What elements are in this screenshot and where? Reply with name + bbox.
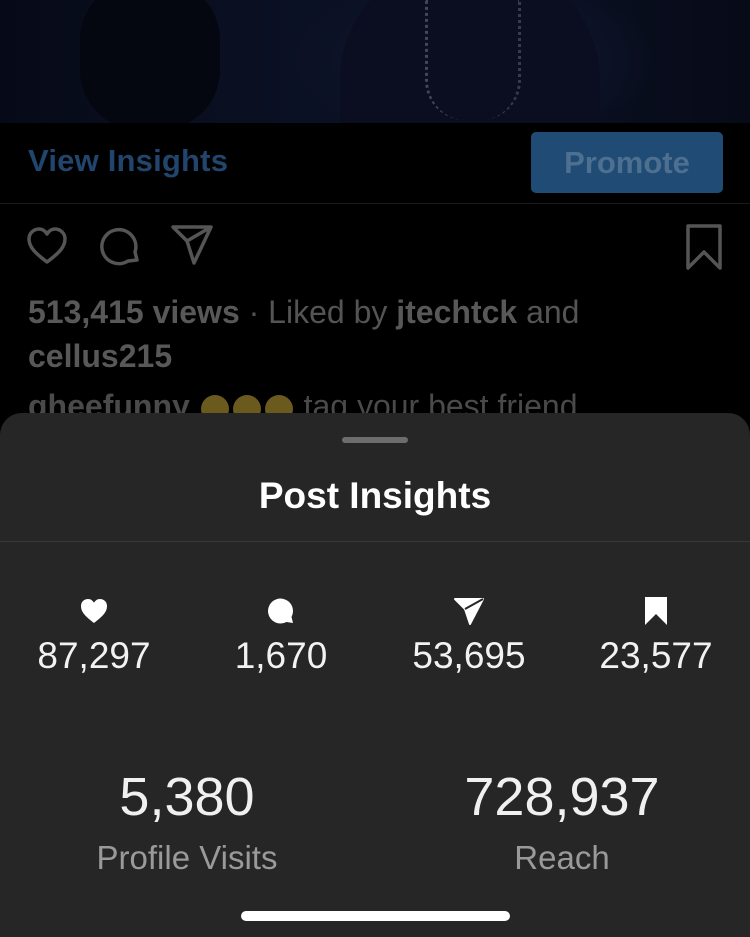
view-count: 513,415 views <box>28 294 240 330</box>
heart-icon <box>81 599 107 623</box>
media-figure-left <box>80 0 220 123</box>
comments-count: 1,670 <box>234 635 328 676</box>
profile-visits-value: 5,380 <box>119 767 255 827</box>
post-actions <box>0 222 750 272</box>
reach-value: 728,937 <box>464 767 660 827</box>
share-icon[interactable] <box>170 224 214 266</box>
comment-icon[interactable] <box>100 226 142 268</box>
profile-visits-stat: 5,380 Profile Visits <box>27 765 347 877</box>
liked-by-user-2[interactable]: cellus215 <box>28 338 172 374</box>
liked-by-and: and <box>517 294 580 330</box>
shares-count: 53,695 <box>412 635 526 676</box>
like-icon[interactable] <box>26 226 68 266</box>
send-icon <box>454 598 484 625</box>
post-insights-sheet: Post Insights 87,297 1,670 53,695 23,577… <box>0 413 750 937</box>
saves-count: 23,577 <box>599 635 713 676</box>
likes-stat: 87,297 <box>9 593 179 677</box>
view-insights-link[interactable]: View Insights <box>28 143 228 179</box>
divider <box>0 541 750 542</box>
post-media <box>0 0 750 123</box>
reach-stat: 728,937 Reach <box>402 765 722 877</box>
profile-visits-label: Profile Visits <box>96 839 278 876</box>
shares-stat: 53,695 <box>384 593 554 677</box>
sheet-grabber[interactable] <box>342 437 408 443</box>
post-action-bar: View Insights Promote <box>0 123 750 204</box>
save-icon[interactable] <box>686 224 722 270</box>
home-indicator[interactable] <box>241 911 510 921</box>
media-chain <box>425 0 521 120</box>
likes-summary: 513,415 views · Liked by jtechtck and ce… <box>28 290 728 378</box>
promote-button[interactable]: Promote <box>531 132 723 193</box>
liked-by-user[interactable]: jtechtck <box>396 294 517 330</box>
liked-by-prefix: · Liked by <box>239 294 397 330</box>
sheet-title: Post Insights <box>258 475 492 516</box>
comments-stat: 1,670 <box>196 593 366 677</box>
likes-count: 87,297 <box>37 635 151 676</box>
bookmark-icon <box>645 597 667 625</box>
comment-icon <box>268 598 294 624</box>
reach-label: Reach <box>514 839 610 876</box>
saves-stat: 23,577 <box>571 593 741 677</box>
